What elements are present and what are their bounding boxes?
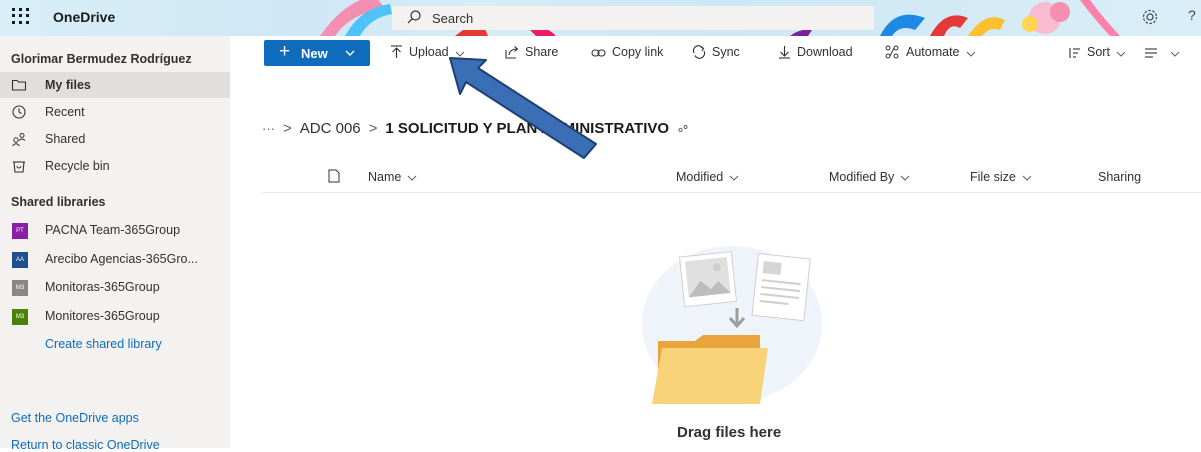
- shared-libraries-heading: Shared libraries: [11, 195, 106, 209]
- sort-label: Sort: [1087, 45, 1110, 59]
- sort-icon: [1069, 48, 1080, 58]
- column-sharing[interactable]: Sharing: [1098, 170, 1141, 184]
- list-view-icon: [1145, 48, 1157, 58]
- nav-item-label: Recycle bin: [45, 159, 110, 173]
- nav-item-recent[interactable]: Recent: [0, 99, 230, 125]
- chevron-down-icon: [1116, 51, 1126, 57]
- library-label: Monitoras-365Group: [45, 280, 160, 294]
- recycle-bin-icon: [13, 161, 25, 173]
- download-label: Download: [797, 45, 853, 59]
- library-badge: PT: [12, 223, 28, 239]
- copy-link-button[interactable]: Copy link: [591, 45, 663, 59]
- clock-icon: [12, 105, 26, 119]
- left-navigation: Glorimar Bermudez Rodríguez My files Rec…: [0, 36, 230, 452]
- library-item-pacna[interactable]: PT PACNA Team-365Group: [0, 217, 230, 243]
- empty-folder-illustration: [642, 246, 822, 404]
- chevron-down-icon: [345, 50, 355, 56]
- nav-item-label: My files: [45, 78, 91, 92]
- sort-button[interactable]: Sort: [1068, 45, 1126, 59]
- app-title[interactable]: OneDrive: [53, 9, 115, 25]
- breadcrumb-separator: >: [283, 120, 292, 137]
- plus-icon: +: [279, 41, 291, 62]
- empty-state-text: Drag files here: [677, 424, 782, 441]
- create-shared-library-link[interactable]: Create shared library: [45, 337, 162, 351]
- download-button[interactable]: Download: [778, 45, 853, 59]
- breadcrumb-separator: >: [368, 120, 378, 137]
- people-icon: [12, 133, 26, 147]
- nav-item-my-files[interactable]: My files: [0, 72, 230, 98]
- nav-item-shared[interactable]: Shared: [0, 126, 230, 152]
- breadcrumb-overflow[interactable]: ···: [262, 121, 275, 136]
- library-badge: AA: [12, 252, 28, 268]
- chevron-down-icon: [1170, 51, 1180, 57]
- search-box[interactable]: Search: [392, 6, 874, 30]
- shared-people-icon: [678, 125, 688, 133]
- library-label: Arecibo Agencias-365Gro...: [45, 252, 198, 266]
- file-type-icon[interactable]: [328, 169, 340, 183]
- column-modified[interactable]: Modified: [676, 170, 739, 184]
- sync-label: Sync: [712, 45, 740, 59]
- column-modified-by[interactable]: Modified By: [829, 170, 910, 184]
- library-item-monitoras[interactable]: M3 Monitoras-365Group: [0, 274, 230, 300]
- new-button-label: New: [301, 46, 328, 61]
- top-bar: OneDrive Search ?: [0, 0, 1201, 36]
- library-label: Monitores-365Group: [45, 309, 160, 323]
- column-label: Name: [368, 170, 402, 184]
- sync-button[interactable]: Sync: [692, 45, 740, 59]
- column-file-size[interactable]: File size: [970, 170, 1032, 184]
- search-icon: [407, 10, 421, 24]
- file-list-header: Name Modified Modified By File size Shar…: [262, 160, 1201, 193]
- chevron-down-icon: [1022, 175, 1032, 181]
- app-launcher-icon[interactable]: [8, 4, 34, 28]
- column-label: Sharing: [1098, 170, 1142, 184]
- annotation-arrow-icon: [449, 57, 597, 159]
- automate-button[interactable]: Automate: [885, 45, 976, 59]
- library-badge: M3: [12, 280, 28, 296]
- user-name: Glorimar Bermudez Rodríguez: [11, 52, 192, 66]
- search-placeholder: Search: [432, 11, 474, 26]
- help-icon[interactable]: ?: [1188, 7, 1196, 23]
- chevron-down-icon: [729, 175, 739, 181]
- download-icon: [779, 46, 790, 59]
- gear-icon[interactable]: [1141, 8, 1159, 26]
- automate-label: Automate: [906, 45, 960, 59]
- get-apps-link[interactable]: Get the OneDrive apps: [11, 411, 139, 425]
- column-label: Modified: [676, 170, 724, 184]
- classic-onedrive-link[interactable]: Return to classic OneDrive: [11, 438, 160, 452]
- chevron-down-icon: [900, 175, 910, 181]
- view-options-button[interactable]: [1144, 45, 1180, 59]
- folder-icon: [11, 79, 27, 91]
- column-name[interactable]: Name: [368, 170, 417, 184]
- breadcrumb-parent[interactable]: ADC 006: [300, 120, 361, 137]
- sync-icon: [692, 45, 706, 59]
- command-bar: + New Upload Share Copy link Sync Downlo…: [230, 36, 1201, 70]
- column-label: Modified By: [829, 170, 895, 184]
- new-button[interactable]: + New: [264, 40, 370, 66]
- upload-icon: [391, 45, 402, 58]
- library-item-arecibo[interactable]: AA Arecibo Agencias-365Gro...: [0, 246, 230, 272]
- library-item-monitores[interactable]: M3 Monitores-365Group: [0, 303, 230, 329]
- nav-item-label: Recent: [45, 105, 85, 119]
- automate-icon: [885, 45, 899, 59]
- nav-item-recycle-bin[interactable]: Recycle bin: [0, 153, 230, 179]
- nav-item-label: Shared: [45, 132, 86, 146]
- column-label: File size: [970, 170, 1016, 184]
- library-badge: M3: [12, 309, 28, 325]
- chevron-down-icon: [966, 51, 975, 57]
- library-label: PACNA Team-365Group: [45, 223, 181, 237]
- chevron-down-icon: [407, 175, 417, 181]
- copy-link-label: Copy link: [612, 45, 664, 59]
